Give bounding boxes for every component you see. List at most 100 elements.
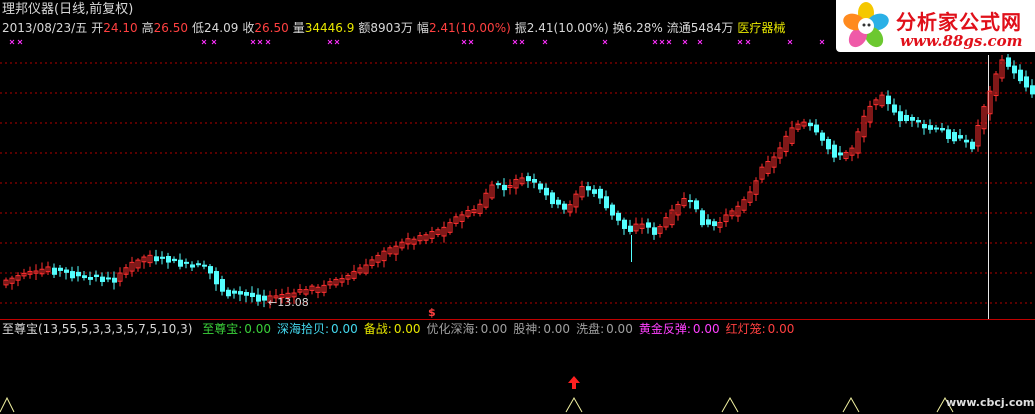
indicator-field-value: 0.00: [606, 322, 633, 336]
candle-down: [226, 289, 231, 297]
indicator-bar: 至尊宝(13,55,5,3,3,3,5,7,5,10,3) 至尊宝: 0.00 深海…: [2, 322, 806, 336]
candle-down: [1024, 76, 1029, 88]
watermark: www.cbcj.com: [946, 396, 1035, 409]
candle-down: [610, 204, 615, 216]
candle-down: [64, 269, 69, 273]
triangle-signal-icon: [0, 396, 15, 413]
site-logo: 分析家公式网 www.88gs.com: [836, 0, 1035, 52]
triangle-signal-icon: [721, 396, 739, 413]
candle-down: [160, 256, 165, 259]
candle-down: [832, 144, 837, 158]
buy-arrow-icon: [568, 376, 580, 389]
logo-url: www.88gs.com: [900, 32, 1023, 50]
candle-down: [838, 152, 843, 156]
candle-down: [538, 183, 543, 190]
indicator-field-value: 0.00: [244, 322, 271, 336]
indicator-field-label: 黄金反弹:: [638, 322, 691, 336]
candle-down: [190, 264, 195, 268]
candle-down: [934, 127, 939, 130]
candle-down: [622, 219, 627, 229]
candle-down: [1018, 69, 1023, 82]
candle-down: [232, 290, 237, 294]
candle-down: [604, 196, 609, 209]
candle-down: [970, 141, 975, 150]
signal-x-marker: [468, 39, 474, 45]
indicator-field-label: 优化深海:: [426, 322, 479, 336]
signal-x-marker: [745, 39, 751, 45]
signal-x-marker: [787, 39, 793, 45]
candle-down: [928, 125, 933, 130]
low-price-annotation: ←13.08: [268, 296, 309, 309]
candle-down: [1012, 65, 1017, 74]
signal-x-marker: [819, 39, 825, 45]
indicator-field-value: 0.00: [767, 322, 795, 336]
candle-down: [112, 277, 117, 283]
signal-x-marker: [461, 39, 467, 45]
candle-down: [652, 227, 657, 235]
signal-x-marker: [334, 39, 340, 45]
candle-down: [646, 222, 651, 228]
candle-down: [964, 139, 969, 143]
candle-down: [100, 276, 105, 282]
signal-x-marker: [211, 39, 217, 45]
candle-down: [706, 219, 711, 225]
candle-down: [826, 139, 831, 150]
indicator-field-label: 股神:: [513, 322, 542, 336]
candle-down: [886, 95, 891, 105]
stock-chart-window: 理邦仪器(日线,前复权) 2013/08/23/五 开24.10 高26.50 低24…: [0, 0, 1035, 414]
candle-down: [952, 132, 957, 142]
candle-down: [1006, 57, 1011, 67]
candle-down: [502, 184, 507, 191]
candle-down: [250, 292, 255, 298]
indicator-field-value: 0.00: [543, 322, 571, 336]
logo-title: 分析家公式网: [896, 10, 1022, 34]
candle-down: [58, 267, 63, 271]
signal-x-marker: [602, 39, 608, 45]
candle-down: [694, 200, 699, 210]
signal-x-marker: [327, 39, 333, 45]
candle-down: [238, 291, 243, 295]
indicator-field-label: 备战:: [363, 322, 392, 336]
candle-down: [208, 266, 213, 274]
candle-down: [712, 221, 717, 227]
candle-down: [910, 117, 915, 121]
candle-down: [184, 261, 189, 264]
candle-down: [556, 199, 561, 205]
candle-down: [52, 267, 57, 275]
signal-x-marker: [659, 39, 665, 45]
candle-down: [106, 277, 111, 280]
candle-down: [220, 279, 225, 292]
candle-down: [82, 275, 87, 279]
indicator-name[interactable]: 至尊宝(13,55,5,3,3,3,5,7,5,10,3): [2, 322, 192, 336]
candle-down: [526, 176, 531, 182]
signal-x-marker: [682, 39, 688, 45]
candle-down: [916, 119, 921, 123]
candle-down: [904, 114, 909, 121]
candle-down: [166, 256, 171, 263]
candle-down: [94, 274, 99, 278]
candle-down: [892, 104, 897, 113]
candle-down: [700, 210, 705, 226]
candle-down: [256, 294, 261, 302]
signal-x-marker: [17, 39, 23, 45]
candle-down: [544, 187, 549, 196]
indicator-field-value: 0.00: [480, 322, 508, 336]
candle-down: [214, 271, 219, 285]
candle-down: [76, 271, 81, 277]
signal-x-marker: [652, 39, 658, 45]
candle-down: [496, 183, 501, 186]
candle-down: [688, 199, 693, 203]
indicator-field-label: 红灯笼:: [725, 322, 766, 336]
candle-down: [178, 259, 183, 267]
candle-down: [1030, 85, 1035, 95]
triangle-signal-icon: [565, 396, 583, 413]
candle-down: [820, 132, 825, 141]
candle-down: [616, 212, 621, 221]
candlestick-chart[interactable]: [0, 0, 1035, 414]
indicator-field-value: 0.00: [393, 322, 421, 336]
candle-down: [946, 129, 951, 139]
indicator-fields: 至尊宝: 0.00 深海拾贝: 0.00 备战: 0.00 优化深海: 0.00 股神: 0.00…: [202, 322, 800, 336]
candle-down: [586, 186, 591, 191]
candle-down: [196, 263, 201, 266]
indicator-field-value: 0.00: [692, 322, 720, 336]
